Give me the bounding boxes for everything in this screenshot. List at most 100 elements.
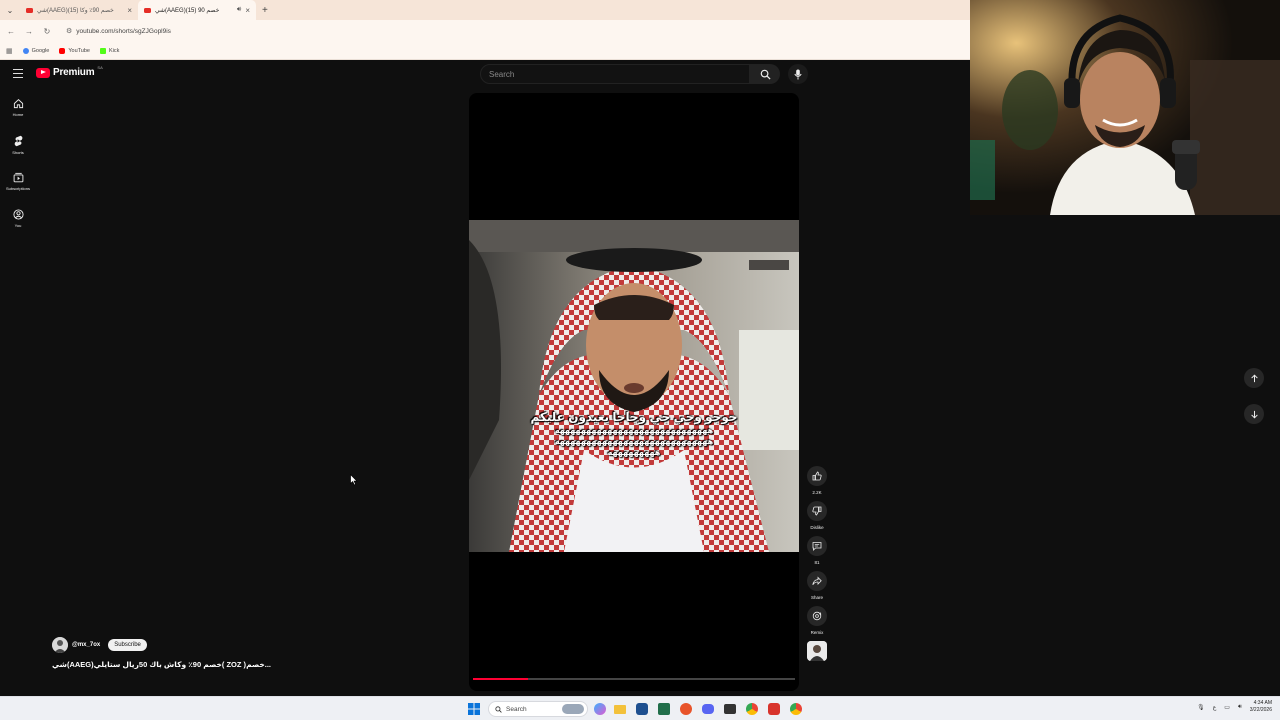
shorts-action-bar: 2.2K Dislike 81 Share Remix xyxy=(805,466,829,661)
video-scene-image xyxy=(469,220,799,552)
volume-icon[interactable]: 🔊︎ xyxy=(1238,704,1242,711)
sidebar-item-label: Shorts xyxy=(12,150,24,155)
tab-title: شي(AAEG)خصم 90٪ وكا (15) xyxy=(37,7,114,14)
tab-title: شي(AAEG)خصم 90 (15) xyxy=(155,7,220,14)
sidebar-item-you[interactable]: You xyxy=(4,209,32,228)
caption-line: هههههههههههههههههههههههههههههه xyxy=(554,426,714,435)
microphone-icon xyxy=(794,69,802,79)
microphone-icon[interactable]: 🎙︎ xyxy=(1197,704,1205,711)
sidebar-item-label: You xyxy=(14,223,22,228)
forward-icon[interactable]: → xyxy=(24,27,34,36)
audio-thumbnail-image xyxy=(807,641,827,661)
comment-count: 81 xyxy=(814,560,820,565)
sidebar-item-subscriptions[interactable]: Subscriptions xyxy=(4,172,32,191)
network-icon[interactable]: ▭ xyxy=(1224,704,1230,711)
next-short-button[interactable] xyxy=(1244,404,1264,424)
sidebar-item-shorts[interactable]: Shorts xyxy=(4,135,32,155)
start-button[interactable] xyxy=(466,701,482,717)
sidebar-item-home[interactable]: Home xyxy=(4,98,32,117)
menu-icon[interactable] xyxy=(13,69,23,78)
like-button[interactable]: 2.2K xyxy=(807,466,827,497)
share-icon xyxy=(812,576,822,586)
channel-avatar-image xyxy=(52,637,68,653)
new-tab-button[interactable]: + xyxy=(256,5,274,16)
youtube-premium-logo[interactable]: Premium SA xyxy=(36,65,103,78)
taskbar-clock[interactable]: 4:34 AM 3/22/2026 xyxy=(1250,700,1272,714)
apps-grid-icon[interactable]: ▦ xyxy=(6,47,13,55)
arrow-up-icon xyxy=(1250,373,1258,382)
search-input[interactable]: Search xyxy=(480,64,750,84)
you-icon xyxy=(12,209,24,220)
share-label: Share xyxy=(810,595,823,600)
discord-app-icon[interactable] xyxy=(700,701,716,717)
youtube-play-icon xyxy=(36,67,50,78)
audio-thumbnail[interactable] xyxy=(807,641,827,661)
copilot-app-icon[interactable] xyxy=(594,703,606,715)
sidebar-item-label: Home xyxy=(12,112,24,117)
file-explorer-app-icon[interactable] xyxy=(612,701,628,717)
youtube-page-right xyxy=(970,215,1280,696)
bookmark-label: Kick xyxy=(109,47,120,54)
arrow-down-icon xyxy=(1250,410,1258,419)
bookmark-label: Google xyxy=(31,47,50,54)
back-icon[interactable]: ← xyxy=(6,27,16,36)
app-icon-4[interactable] xyxy=(656,701,672,717)
search-button[interactable] xyxy=(750,64,780,84)
taskbar-search-label: Search xyxy=(506,705,527,713)
share-button[interactable]: Share xyxy=(807,571,827,602)
chrome-app-icon[interactable] xyxy=(744,701,760,717)
remix-icon xyxy=(812,611,822,621)
tab-search-chevron-icon[interactable]: ⌄ xyxy=(0,6,20,15)
remix-button[interactable]: Remix xyxy=(807,606,827,637)
site-info-icon[interactable]: ⚙︎ xyxy=(66,27,72,35)
comments-button[interactable]: 81 xyxy=(807,536,827,567)
search-highlight-icon xyxy=(562,704,584,714)
previous-short-button[interactable] xyxy=(1244,368,1264,388)
chrome-app-icon-2[interactable] xyxy=(788,701,804,717)
voice-search-button[interactable] xyxy=(788,64,808,84)
channel-info: @mx_7ox Subscribe xyxy=(52,637,147,653)
channel-avatar[interactable] xyxy=(52,637,68,653)
caption-line: هههههههههه xyxy=(607,448,661,457)
close-tab-icon[interactable]: × xyxy=(127,6,132,15)
browser-tab-1[interactable]: شي(AAEG)خصم 90٪ وكا (15) × xyxy=(20,0,138,20)
close-tab-icon[interactable]: × xyxy=(245,6,250,15)
mouse-cursor-icon xyxy=(350,474,358,486)
clock-date: 3/22/2026 xyxy=(1249,707,1272,713)
logo-text: Premium xyxy=(53,67,95,78)
url-text: youtube.com/shorts/sgZJGopl9is xyxy=(76,27,171,35)
reload-icon[interactable]: ↻ xyxy=(42,27,52,36)
browser-tab-2[interactable]: شي(AAEG)خصم 90 (15) 🔊︎ × xyxy=(138,0,256,20)
dislike-button[interactable]: Dislike xyxy=(807,501,827,532)
shorts-icon xyxy=(14,135,22,147)
address-bar[interactable]: ⚙︎ youtube.com/shorts/sgZJGopl9is xyxy=(66,27,171,36)
bookmark-google[interactable]: Google xyxy=(22,47,50,54)
caption-line: جوجو وجي جي وجاجا يعيدون عليكم xyxy=(530,410,738,424)
app-icon-7[interactable] xyxy=(722,701,738,717)
app-icon-3[interactable] xyxy=(634,701,650,717)
search-icon xyxy=(760,69,771,80)
subscriptions-icon xyxy=(13,172,23,183)
comment-icon xyxy=(812,542,822,551)
bookmarks-bar: ▦ Google YouTube Kick xyxy=(0,42,970,60)
thumbs-down-icon xyxy=(812,506,822,516)
youtube-favicon-icon xyxy=(26,7,33,13)
system-tray: 🎙︎ ع ▭ 🔊︎ 4:34 AM 3/22/2026 xyxy=(1197,700,1272,714)
screen: ⌄ شي(AAEG)خصم 90٪ وكا (15) × شي(AAEG)خصم… xyxy=(0,0,1280,720)
subscribe-button[interactable]: Subscribe xyxy=(108,639,147,651)
clock-time: 4:34 AM xyxy=(1253,700,1272,706)
bookmark-youtube[interactable]: YouTube xyxy=(59,47,90,54)
taskbar-search[interactable]: Search xyxy=(488,701,588,717)
language-indicator[interactable]: ع xyxy=(1213,704,1217,711)
video-caption: جوجو وجي جي وجاجا يعيدون عليكم ههههههههه… xyxy=(469,410,799,457)
webcam-overlay xyxy=(970,0,1280,215)
channel-handle[interactable]: @mx_7ox xyxy=(72,642,100,648)
browser-toolbar: ← → ↻ ⚙︎ youtube.com/shorts/sgZJGopl9is xyxy=(0,20,970,42)
video-title[interactable]: شي(AAEG)خصم 90٪ وكاش باك 50ريال ستايلي( … xyxy=(52,660,271,669)
speaker-icon[interactable]: 🔊︎ xyxy=(237,6,241,14)
app-icon-5[interactable] xyxy=(678,701,694,717)
video-frame-image[interactable] xyxy=(469,220,799,552)
bookmark-kick[interactable]: Kick xyxy=(100,47,120,54)
video-progress-bar[interactable] xyxy=(473,678,795,680)
app-icon-9[interactable] xyxy=(766,701,782,717)
